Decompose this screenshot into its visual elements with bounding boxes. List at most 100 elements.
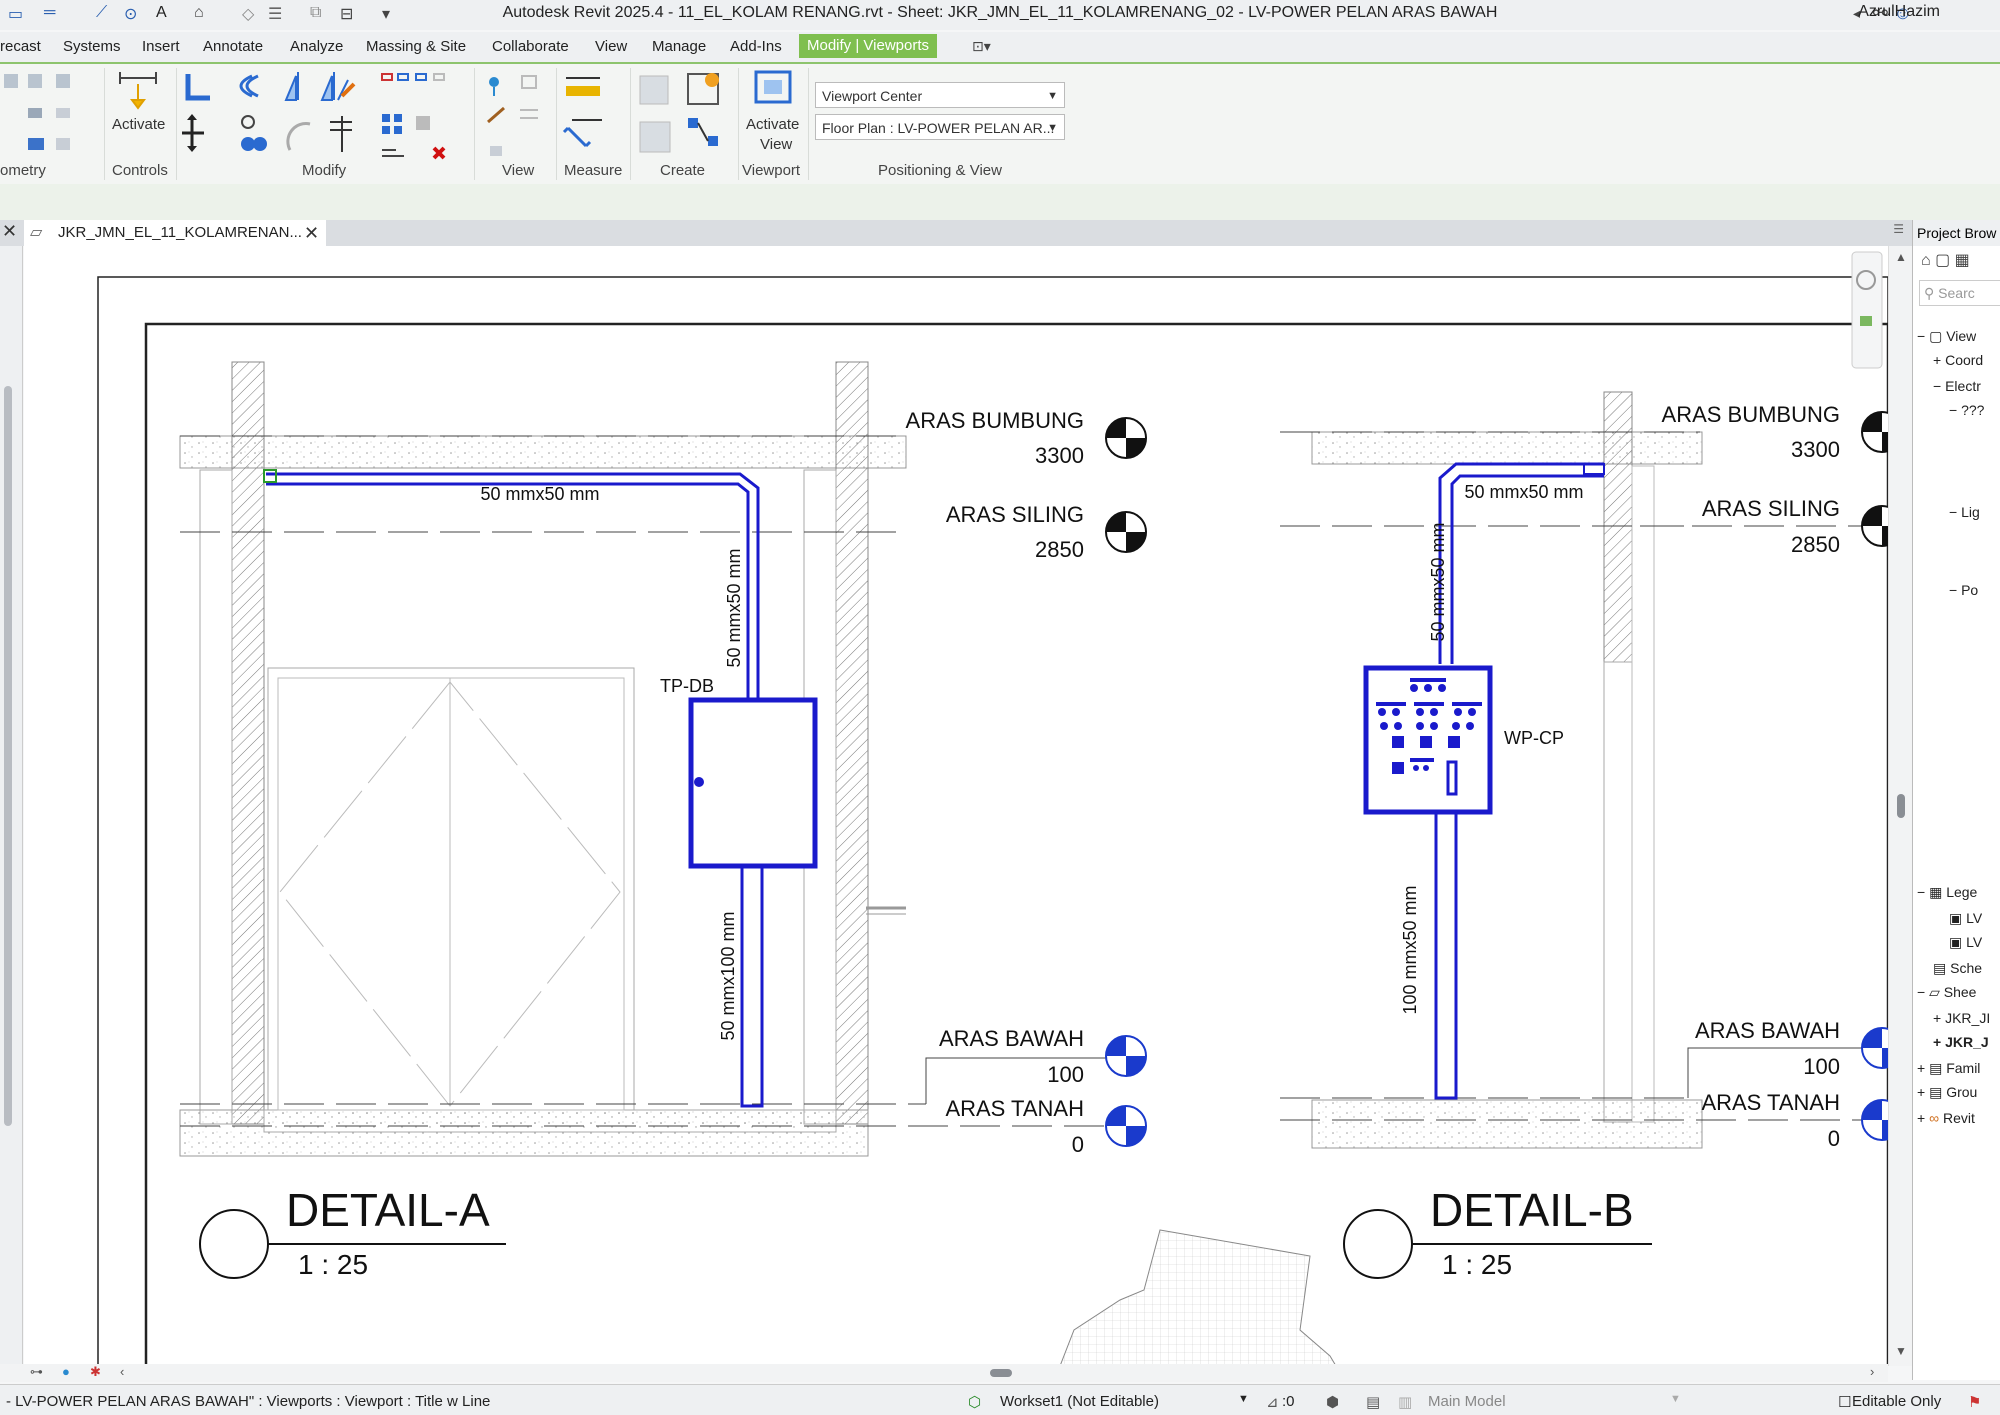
main-model-label[interactable]: Main Model (1428, 1393, 1506, 1410)
menu-annotate[interactable]: Annotate (203, 38, 263, 55)
menu-collaborate[interactable]: Collaborate (492, 38, 569, 55)
switch-windows-icon[interactable]: ⊟ (340, 4, 353, 26)
menu-precast[interactable]: recast (0, 38, 41, 55)
text-icon[interactable]: A (156, 4, 167, 26)
geometry-tools[interactable] (0, 70, 100, 160)
modify-tools[interactable] (182, 70, 472, 162)
home-icon[interactable]: ⌂ (194, 4, 204, 26)
menu-manage[interactable]: Manage (652, 38, 706, 55)
sun-path-icon[interactable]: ● (62, 1364, 70, 1379)
workset-name[interactable]: Workset1 (Not Editable) (1000, 1393, 1159, 1410)
tree-item-sheet-2[interactable]: + JKR_J (1933, 1034, 1989, 1050)
thin-lines-icon[interactable]: ☰ (268, 4, 282, 26)
horizontal-scrollbar[interactable]: ⊶ ● ✱ ‹ › (0, 1364, 1888, 1382)
tree-item-coordination[interactable]: + Coord (1933, 352, 1983, 368)
tree-item-sheet-1[interactable]: + JKR_JI (1933, 1010, 1990, 1026)
view-scale-icon[interactable]: ⊶ (30, 1364, 43, 1380)
browser-toolbar-icons[interactable]: ⌂ ▢ ▦ (1921, 250, 1970, 270)
measure-icon[interactable]: ═ (44, 4, 55, 26)
sync-icon[interactable]: ◇ (242, 4, 254, 26)
conduit-vertical-b (1434, 814, 1458, 1100)
link-icon: ∞ (1929, 1110, 1940, 1126)
svg-text:0: 0 (1072, 1132, 1084, 1157)
tab-menu-icon[interactable]: ☰ (1893, 222, 1904, 236)
tree-item-electrical[interactable]: − Electr (1933, 378, 1981, 394)
dimension-icon[interactable]: ⟋ (96, 4, 107, 26)
panel-label-modify: Modify (302, 162, 347, 179)
close-hidden-icon[interactable]: ⧉ (310, 4, 321, 26)
selection-count: :0 (1282, 1393, 1295, 1410)
properties-collapsed-strip[interactable] (0, 246, 23, 1366)
reveal-hidden-icon[interactable]: ✱ (90, 1364, 101, 1380)
tab-sheet[interactable]: ▱ JKR_JMN_EL_11_KOLAMRENAN... ✕ (24, 220, 326, 246)
activate-view-label-2[interactable]: View (760, 136, 792, 153)
tree-item-power[interactable]: − Po (1949, 582, 1978, 598)
cube-icon[interactable]: ⬢ (1326, 1393, 1339, 1411)
ribbon-toggle-icon[interactable]: ⊡▾ (972, 38, 991, 55)
close-icon[interactable]: ✕ (304, 220, 319, 246)
tree-item-families[interactable]: + ▤ Famil (1917, 1060, 1980, 1077)
activate-view-label-1[interactable]: Activate (746, 116, 799, 133)
detail-b-view: 50 mmx50 mm 100 mmx50 mm 50 mmx50 mm WP-… (1280, 391, 1903, 1280)
filter-icon[interactable]: ⚑ (1968, 1393, 1981, 1411)
tree-item-groups[interactable]: + ▤ Grou (1917, 1084, 1977, 1101)
menu-view[interactable]: View (595, 38, 627, 55)
tree-item-legends[interactable]: − ▦ Lege (1917, 884, 1977, 901)
chevron-down-icon[interactable]: ▼ (1670, 1393, 1681, 1405)
svg-text:0: 0 (1828, 1126, 1840, 1151)
workset-icon: ⬡ (968, 1394, 982, 1411)
menu-systems[interactable]: Systems (63, 38, 121, 55)
activate-view-icon[interactable] (752, 70, 796, 110)
horizontal-scroll-thumb[interactable] (990, 1369, 1012, 1377)
navigation-bar[interactable] (1851, 251, 1883, 369)
table-icon[interactable]: ▤ (1366, 1393, 1380, 1411)
tree-item-schedules[interactable]: ▤ Sche (1933, 960, 1982, 977)
create-tools[interactable] (636, 70, 732, 162)
user-name[interactable]: AzrulHazim (1858, 3, 1940, 21)
activate-controls-icon[interactable] (116, 70, 162, 110)
drawing-canvas[interactable]: 50 mmx50 mm 50 mmx50 mm 50 mmx100 mm TP-… (24, 246, 1903, 1369)
editable-only-checkbox[interactable]: ☐ (1838, 1393, 1851, 1411)
viewport-position-dropdown[interactable]: Viewport Center ▼ (815, 82, 1065, 108)
menu-massing-site[interactable]: Massing & Site (366, 38, 466, 55)
close-all-icon[interactable]: ✕ (2, 221, 17, 242)
menu-add-ins[interactable]: Add-Ins (730, 38, 782, 55)
tree-item-revit-links[interactable]: + ∞ Revit (1917, 1110, 1975, 1126)
vertical-scroll-thumb[interactable] (1897, 794, 1905, 818)
tree-item-sheets[interactable]: − ▱ Shee (1917, 984, 1976, 1001)
conduit-label-vertical-bottom-a: 50 mmx100 mm (718, 911, 738, 1040)
tree-item-legend-2[interactable]: ▣ LV (1949, 934, 1982, 951)
vertical-scrollbar[interactable]: ▲ ▼ (1888, 246, 1913, 1366)
menu-analyze[interactable]: Analyze (290, 38, 343, 55)
floor-slab-b (1311, 1099, 1703, 1149)
svg-text:ARAS SILING: ARAS SILING (946, 502, 1084, 527)
tree-item-unknown[interactable]: − ??? (1949, 402, 1984, 418)
status-bar: - LV-POWER PELAN ARAS BAWAH" : Viewports… (0, 1384, 2000, 1415)
save-icon[interactable]: ▭ (8, 4, 23, 26)
key-plan-fragment (1059, 1229, 1337, 1367)
menu-insert[interactable]: Insert (142, 38, 180, 55)
activate-label[interactable]: Activate (112, 116, 165, 133)
tree-item-lighting[interactable]: − Lig (1949, 504, 1980, 520)
chevron-down-icon[interactable]: ▼ (1238, 1393, 1249, 1405)
scroll-up-icon[interactable]: ▲ (1895, 250, 1907, 264)
customize-qat-icon[interactable]: ▾ (382, 4, 390, 26)
scroll-left-icon[interactable]: ‹ (120, 1364, 124, 1379)
viewport-view-dropdown[interactable]: Floor Plan : LV-POWER PELAN AR... ▼ (815, 114, 1065, 140)
scroll-right-icon[interactable]: › (1870, 1364, 1874, 1379)
tree-item-views[interactable]: − ▢ View (1917, 328, 1976, 345)
scroll-down-icon[interactable]: ▼ (1895, 1344, 1907, 1358)
measure-tools[interactable] (562, 70, 626, 160)
design-options-icon[interactable]: ⊿ (1266, 1393, 1279, 1411)
menu-modify-viewports[interactable]: Modify | Viewports (799, 34, 937, 58)
search-placeholder: Searc (1938, 285, 1975, 301)
model-icon: ▥ (1398, 1394, 1413, 1411)
left-scroll-thumb[interactable] (4, 386, 12, 1126)
browser-search-input[interactable]: ⚲ Searc (1919, 280, 2000, 306)
view-tools[interactable] (484, 70, 554, 160)
panel-label-positioning-view: Positioning & View (878, 162, 1002, 179)
tree-item-legend-1[interactable]: ▣ LV (1949, 910, 1982, 927)
sheet-drawing[interactable]: 50 mmx50 mm 50 mmx50 mm 50 mmx100 mm TP-… (24, 246, 1903, 1369)
chevron-down-icon: ▼ (1047, 90, 1058, 102)
tag-icon[interactable]: ⊙ (124, 4, 137, 26)
